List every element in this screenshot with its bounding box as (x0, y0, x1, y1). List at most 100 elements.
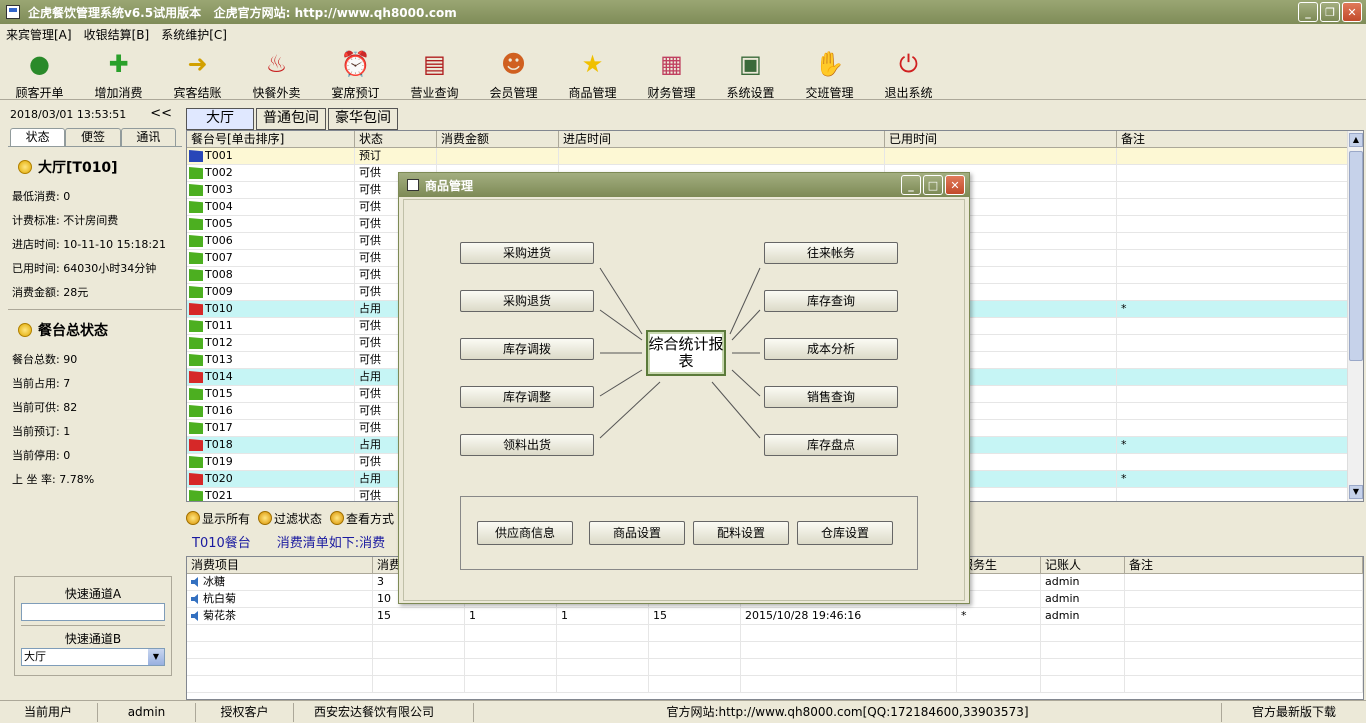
menu-system[interactable]: 系统维护[C] (155, 26, 233, 43)
menu-cashier[interactable]: 收银结算[B] (78, 26, 156, 43)
close-button[interactable]: ✕ (1342, 2, 1362, 22)
col-note2[interactable]: 备注 (1125, 557, 1363, 573)
filter-status-button[interactable]: 过滤状态 (258, 510, 322, 527)
divider (21, 625, 165, 626)
summary-report-button[interactable]: 综合统计报表 (646, 330, 726, 376)
col-amount[interactable]: 消费金额 (437, 131, 559, 147)
scroll-down-icon[interactable]: ▼ (1349, 485, 1363, 499)
title-bar: 企虎餐饮管理系统v6.5试用版本 企虎官方网站: http://www.qh80… (0, 0, 1366, 24)
cost-analysis-button[interactable]: 成本分析 (764, 338, 898, 360)
goods-settings-button[interactable]: 商品设置 (589, 521, 685, 545)
consume-cell (373, 642, 465, 658)
minimize-button[interactable]: _ (1298, 2, 1318, 22)
table-cell (1117, 284, 1349, 300)
consume-cell (1125, 625, 1363, 641)
table-cell (1117, 352, 1349, 368)
consume-cell (957, 642, 1041, 658)
consume-cell (187, 676, 373, 692)
toolbar-business-query-button[interactable]: ▤ 营业查询 (395, 44, 474, 100)
stock-check-button[interactable]: 库存盘点 (764, 434, 898, 456)
toolbar-goods-button[interactable]: ★ 商品管理 (553, 44, 632, 100)
col-enter-time[interactable]: 进店时间 (559, 131, 885, 147)
toolbar-checkout-button[interactable]: ➜ 宾客结账 (158, 44, 237, 100)
toolbar-members-button[interactable]: ☻ 会员管理 (474, 44, 553, 100)
consume-cell (649, 676, 741, 692)
scroll-up-icon[interactable]: ▲ (1349, 133, 1363, 147)
supplier-info-button[interactable]: 供应商信息 (477, 521, 573, 545)
stock-adjust-button[interactable]: 库存调整 (460, 386, 594, 408)
tab-normal-room[interactable]: 普通包间 (256, 108, 326, 130)
col-status[interactable]: 状态 (355, 131, 437, 147)
tab-status[interactable]: 状态 (10, 128, 66, 146)
restore-button[interactable]: ❐ (1320, 2, 1340, 22)
consume-cell: * (957, 608, 1041, 624)
toolbar-shift-button[interactable]: ✋ 交班管理 (790, 44, 869, 100)
dialog-title: 商品管理 (425, 178, 474, 193)
left-panel: 2018/03/01 13:53:51 << 状态 便签 通讯 大厅[T010]… (4, 104, 182, 700)
stock-query-button[interactable]: 库存查询 (764, 290, 898, 312)
sales-query-button[interactable]: 销售查询 (764, 386, 898, 408)
checkout-icon: ➜ (187, 50, 208, 78)
flag-icon (189, 201, 203, 213)
dialog-maximize-button[interactable]: □ (923, 175, 943, 195)
scroll-thumb[interactable] (1349, 151, 1363, 361)
purchase-in-button[interactable]: 采购进货 (460, 242, 594, 264)
tab-luxury-room[interactable]: 豪华包间 (328, 108, 398, 130)
accounts-button[interactable]: 往来帐务 (764, 242, 898, 264)
toolbar-banquet-button[interactable]: ⏰ 宴席预订 (316, 44, 395, 100)
collapse-button[interactable]: << (150, 106, 172, 121)
chevron-down-icon[interactable]: ▼ (148, 649, 164, 665)
toolbar-settings-button[interactable]: ▣ 系统设置 (711, 44, 790, 100)
vertical-scrollbar[interactable]: ▲ ▼ (1347, 131, 1363, 501)
quick-b-select[interactable]: 大厅 ▼ (21, 648, 165, 666)
table-cell: 预订 (355, 148, 437, 164)
dialog-minimize-button[interactable]: _ (901, 175, 921, 195)
col-note[interactable]: 备注 (1117, 131, 1349, 147)
ingredient-settings-button[interactable]: 配料设置 (693, 521, 789, 545)
consume-row[interactable]: 菊花茶 15 1 1 15 2015/10/28 19:46:16 * admin (187, 608, 1363, 625)
consume-cell (465, 659, 557, 675)
flag-icon (189, 320, 203, 332)
show-all-button[interactable]: 显示所有 (186, 510, 250, 527)
flag-icon (189, 439, 203, 451)
toolbar-exit-button[interactable]: ⏻ 退出系统 (869, 44, 948, 100)
consume-cell (1125, 574, 1363, 590)
purchase-return-button[interactable]: 采购退货 (460, 290, 594, 312)
dialog-close-button[interactable]: ✕ (945, 175, 965, 195)
col-table-no[interactable]: 餐台号[单击排序] (187, 131, 355, 147)
window-title: 企虎餐饮管理系统v6.5试用版本 企虎官方网站: http://www.qh80… (28, 5, 457, 20)
toolbar-add-consume-button[interactable]: ✚ 增加消费 (79, 44, 158, 100)
warehouse-settings-button[interactable]: 仓库设置 (797, 521, 893, 545)
user-label: 当前用户 (0, 702, 98, 722)
consume-cell (465, 625, 557, 641)
tab-comm[interactable]: 通讯 (120, 128, 176, 146)
tab-notes[interactable]: 便签 (65, 128, 121, 146)
view-mode-button[interactable]: 查看方式 (330, 510, 394, 527)
tab-hall[interactable]: 大厅 (186, 108, 254, 130)
col-item[interactable]: 消费项目 (187, 557, 373, 573)
consume-cell (557, 625, 649, 641)
user-value: admin (98, 702, 196, 722)
material-out-button[interactable]: 领料出货 (460, 434, 594, 456)
table-row[interactable]: T001 预订 (187, 148, 1363, 165)
col-used-time[interactable]: 已用时间 (885, 131, 1117, 147)
quick-a-input[interactable] (21, 603, 165, 621)
consume-cell (649, 659, 741, 675)
table-id-cell: T014 (187, 369, 355, 385)
table-id-cell: T012 (187, 335, 355, 351)
download-link[interactable]: 官方最新版下载 (1222, 703, 1366, 722)
consume-cell (649, 625, 741, 641)
toolbar: ● 顾客开单 ✚ 增加消费 ➜ 宾客结账 ♨ 快餐外卖 ⏰ 宴席预订 ▤ 营业查询 ☻ 会员管… (0, 44, 1366, 100)
toolbar-finance-button[interactable]: ▦ 财务管理 (632, 44, 711, 100)
col-recorder[interactable]: 记账人 (1041, 557, 1125, 573)
consume-cell (957, 625, 1041, 641)
toolbar-takeout-button[interactable]: ♨ 快餐外卖 (237, 44, 316, 100)
consume-cell (957, 659, 1041, 675)
menu-guest[interactable]: 来宾管理[A] (0, 26, 78, 43)
table-id-cell: T005 (187, 216, 355, 232)
client-value: 西安宏达餐饮有限公司 (294, 702, 474, 722)
left-tabs: 状态 便签 通讯 (10, 128, 176, 146)
consume-cell (1041, 676, 1125, 692)
stock-transfer-button[interactable]: 库存调拨 (460, 338, 594, 360)
toolbar-open-order-button[interactable]: ● 顾客开单 (0, 44, 79, 100)
